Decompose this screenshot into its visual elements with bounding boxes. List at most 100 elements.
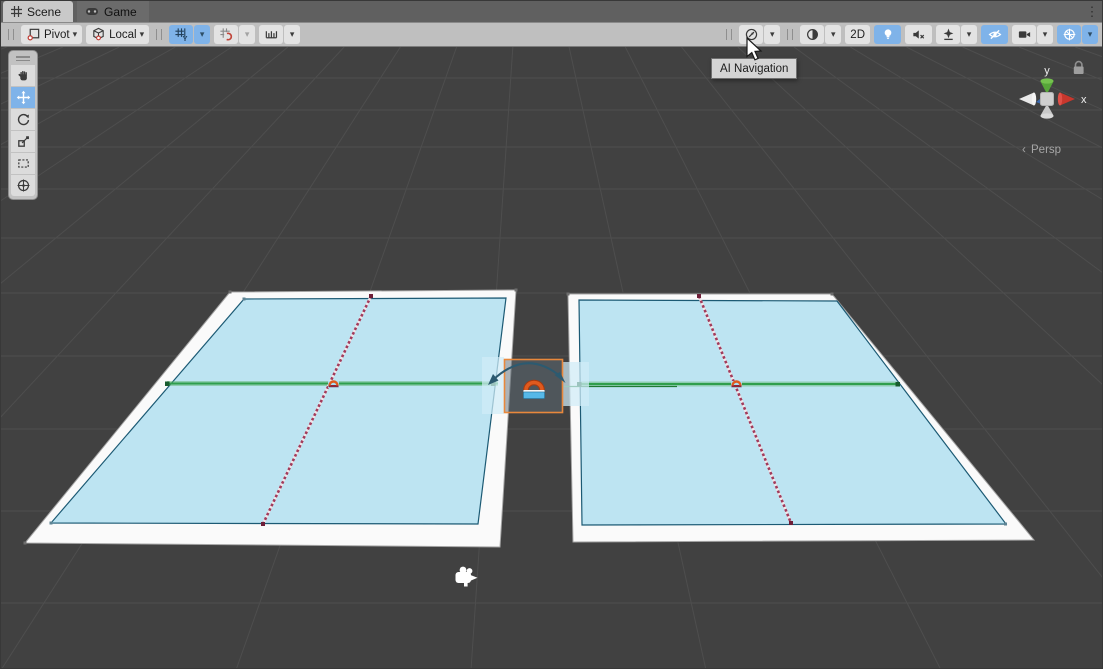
2d-toggle[interactable]: 2D [845,25,870,44]
vertex-marker [243,298,246,301]
scene-objects-layer: y x ‹ Persp [1,47,1102,668]
scale-tool-icon [16,134,31,149]
offmesh-link-icon[interactable] [524,383,545,399]
chevron-down-icon: ▾ [245,30,250,39]
local-cube-icon [91,27,106,42]
chevron-down-icon: ▾ [73,30,78,39]
chevron-down-icon: ▾ [770,30,775,39]
draw-mode-dropdown[interactable]: ▾ [825,25,841,44]
chevron-down-icon: ▾ [290,30,295,39]
vertex-marker [229,291,232,294]
tab-game[interactable]: Game [77,1,149,22]
lighting-toggle[interactable] [874,25,901,44]
gizmos-dropdown[interactable]: ▾ [1082,25,1098,44]
link-endpoint [165,382,170,387]
axis-negx-cone[interactable] [1019,93,1034,106]
scale-tool-button[interactable] [11,131,35,152]
toolbar-separator [787,29,793,40]
gizmos-toggle[interactable] [1057,25,1081,44]
tools-palette [8,50,38,200]
draw-mode-control: ▾ [800,25,841,44]
pivot-label: Pivot [44,29,70,41]
camera-gizmo[interactable] [456,567,478,587]
offmesh-link-mini-icon[interactable] [328,381,339,388]
grid-visibility-dropdown[interactable]: ▾ [194,25,210,44]
rect-tool-button[interactable] [11,153,35,174]
chevron-down-icon: ▾ [1088,30,1093,39]
move-tool-icon [16,90,31,105]
link-endpoint-area-left [482,357,504,414]
camera-settings-control: ▾ [1012,25,1053,44]
link-endpoint-area-right [563,362,589,406]
grid-y-icon: Y [174,27,189,42]
vertex-marker [831,293,834,296]
vertex-marker [567,293,570,296]
camera-body [456,572,472,583]
offmesh-link-mini-icon[interactable] [731,381,742,388]
axis-x-cone[interactable] [1060,93,1075,106]
handle-rotation-button[interactable]: Local ▾ [86,25,149,44]
tab-scene-label: Scene [27,5,61,19]
lock-icon[interactable] [1074,62,1084,74]
chevron-down-icon: ▾ [140,30,145,39]
rotate-tool-button[interactable] [11,109,35,130]
hand-tool-icon [16,68,31,83]
effects-dropdown[interactable]: ▾ [961,25,977,44]
hand-tool-button[interactable] [11,65,35,86]
toolbar-left-group: Pivot ▾ Local ▾ Y ▾ [5,25,300,44]
drag-handle-icon[interactable] [8,29,14,40]
vertex-marker [24,542,27,545]
kebab-menu-icon: ⋮ [1086,4,1099,20]
grid-visibility-control: Y ▾ [169,25,210,44]
more-menu-button[interactable]: ⋮ [1082,1,1102,22]
pivot-button[interactable]: Pivot ▾ [21,25,82,44]
projection-label[interactable]: Persp [1031,144,1061,156]
snap-increment-dropdown[interactable]: ▾ [284,25,300,44]
gizmos-control: ▾ [1057,25,1098,44]
projection-chevron-icon: ‹ [1022,144,1026,156]
vertex-marker [50,522,53,525]
audio-toggle[interactable] [905,25,932,44]
view-orientation-gizmo: y x ‹ Persp [1019,62,1087,156]
scene-viewport[interactable]: y x ‹ Persp [1,47,1102,668]
tab-scene[interactable]: Scene [3,1,73,22]
palette-drag-handle-icon[interactable] [11,54,35,63]
axis-negy-cap [1041,113,1054,118]
gizmo-center-cube[interactable] [1041,93,1054,106]
boundary-endpoint [261,522,265,526]
rotate-tool-icon [16,112,31,127]
grid-snapping-dropdown[interactable]: ▾ [239,25,255,44]
toolbar-separator [156,29,162,40]
draw-mode-button[interactable] [800,25,824,44]
camera-lens [471,575,478,581]
camera-settings-button[interactable] [1012,25,1036,44]
toolbar-right-group: ▾ ▾ 2D [723,25,1098,44]
transform-tool-button[interactable] [11,175,35,196]
axis-negx-cap [1032,93,1036,106]
axis-x-label: x [1081,94,1087,106]
tab-strip: Scene Game ⋮ [1,1,1102,23]
offmesh-link-selected[interactable] [482,357,589,414]
handle-rotation-label: Local [109,29,137,41]
table-right[interactable] [564,293,1034,543]
ai-navigation-dropdown[interactable]: ▾ [764,25,780,44]
gizmo-sphere-icon [1062,27,1077,42]
eye-slash-icon [987,27,1003,42]
axis-x-cap [1058,93,1062,106]
grid-snap-icon [219,27,234,42]
table-left[interactable] [24,289,518,548]
link-endpoint [896,382,901,387]
scene-visibility-toggle[interactable] [981,25,1008,44]
effects-button[interactable] [936,25,960,44]
chevron-down-icon: ▾ [1043,30,1048,39]
move-tool-button[interactable] [11,87,35,108]
grid-visibility-toggle[interactable]: Y [169,25,193,44]
camera-settings-dropdown[interactable]: ▾ [1037,25,1053,44]
boundary-endpoint [697,294,701,298]
chevron-down-icon: ▾ [200,30,205,39]
vertex-marker [1004,523,1007,526]
grid-snapping-toggle[interactable] [214,25,238,44]
axis-y-cap [1041,78,1054,83]
snap-increment-button[interactable] [259,25,283,44]
transform-tool-icon [16,178,31,193]
